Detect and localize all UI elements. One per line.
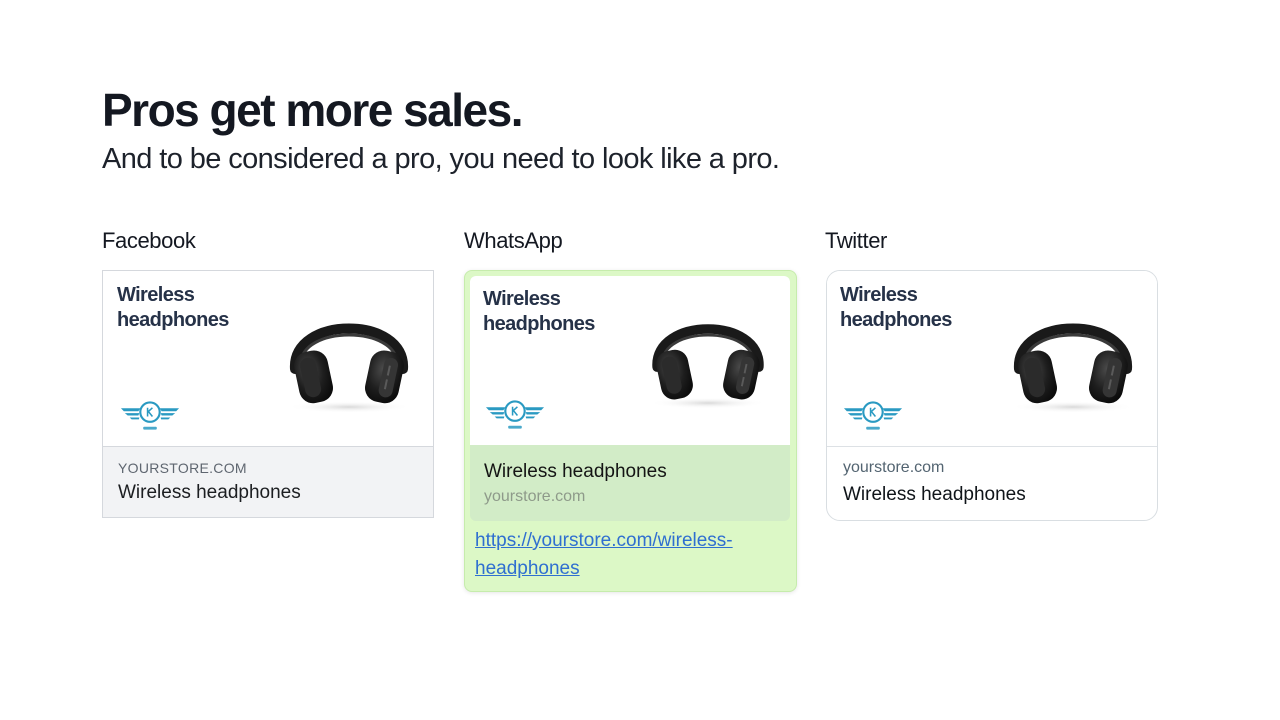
page-subtitle: And to be considered a pro, you need to … xyxy=(102,143,780,175)
link-headline: Wireless headphones xyxy=(843,484,1026,505)
headphones-icon xyxy=(642,297,774,411)
facebook-preview-card[interactable]: Wireless headphones YOURSTORE.COM Wirele… xyxy=(102,270,434,518)
link-headline: Wireless headphones xyxy=(484,461,667,482)
preview-image-title: Wireless headphones xyxy=(117,284,229,331)
headphones-icon xyxy=(1003,295,1143,415)
winged-k-logo-icon xyxy=(484,398,546,434)
preview-image: Wireless headphones xyxy=(827,271,1157,447)
message-link[interactable]: https://yourstore.com/wireless-headphone… xyxy=(475,527,765,583)
winged-k-logo-icon xyxy=(119,399,181,435)
preview-image: Wireless headphones xyxy=(103,271,433,447)
winged-k-logo-icon xyxy=(842,399,904,435)
whatsapp-label: WhatsApp xyxy=(464,228,563,253)
preview-image-title: Wireless headphones xyxy=(483,288,595,335)
link-domain: yourstore.com xyxy=(484,488,586,505)
preview-image: Wireless headphones xyxy=(470,276,790,445)
page-title: Pros get more sales. xyxy=(102,84,523,136)
facebook-label: Facebook xyxy=(102,228,196,253)
preview-image-title: Wireless headphones xyxy=(840,284,952,331)
twitter-label: Twitter xyxy=(825,228,887,253)
twitter-preview-card[interactable]: Wireless headphones yourstore.com Wirele… xyxy=(826,270,1158,521)
link-domain: yourstore.com xyxy=(843,459,945,476)
link-domain: YOURSTORE.COM xyxy=(118,460,247,476)
whatsapp-preview-card[interactable]: Wireless headphones Wireless headphones … xyxy=(470,276,790,521)
link-headline: Wireless headphones xyxy=(118,482,301,503)
whatsapp-message-bubble: Wireless headphones Wireless headphones … xyxy=(464,270,797,592)
headphones-icon xyxy=(279,295,419,415)
